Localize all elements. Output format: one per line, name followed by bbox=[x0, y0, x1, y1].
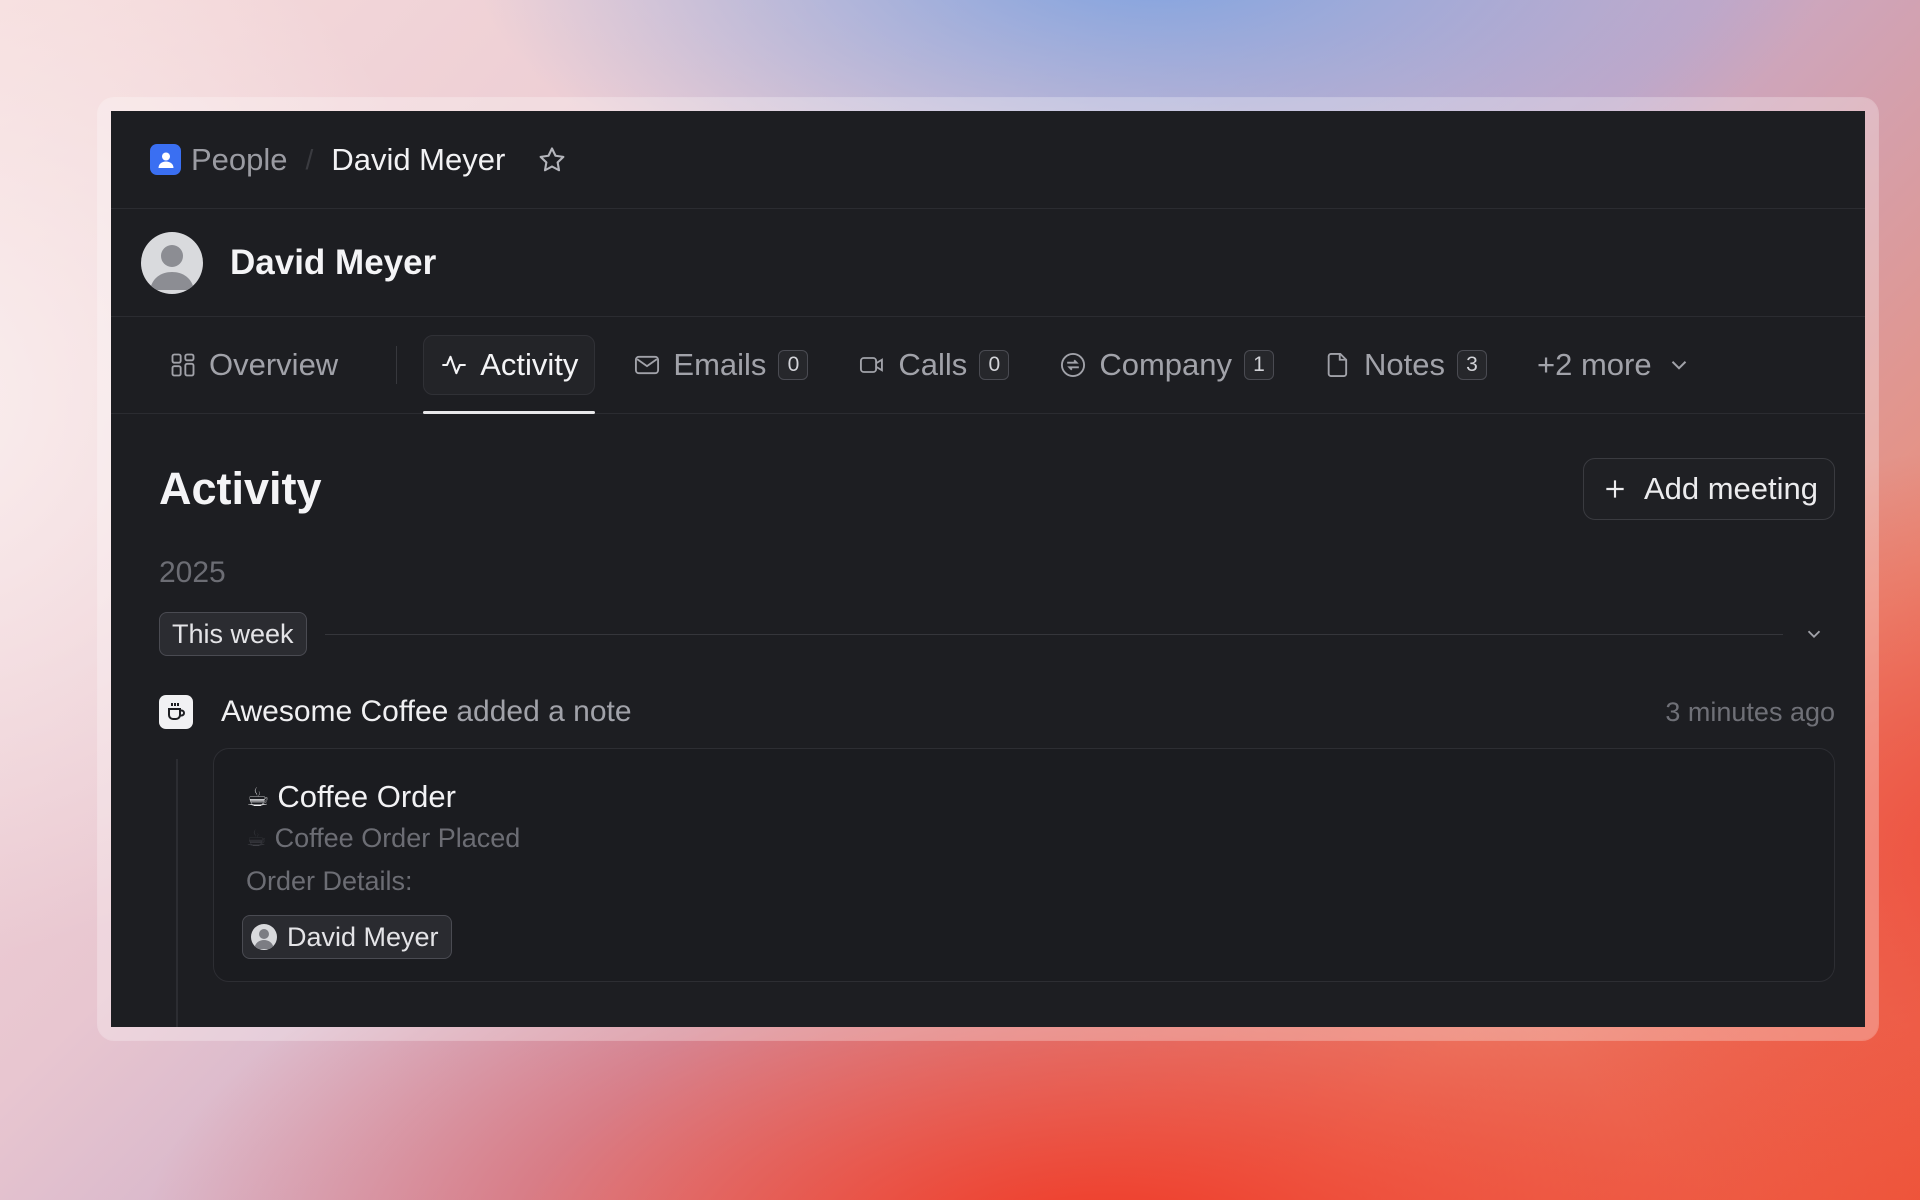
person-mention-chip[interactable]: David Meyer bbox=[242, 915, 452, 959]
file-icon bbox=[1327, 352, 1348, 378]
tab-activity[interactable]: Activity bbox=[423, 335, 596, 414]
period-row: This week bbox=[159, 612, 1835, 656]
record-window: People / David Meyer David Meyer Overvie… bbox=[111, 111, 1865, 1027]
company-icon bbox=[1061, 352, 1086, 378]
coffee-emoji-icon: ☕ bbox=[246, 781, 270, 812]
tab-notes[interactable]: Notes 3 bbox=[1312, 335, 1499, 395]
year-heading: 2025 bbox=[159, 556, 226, 589]
tab-divider bbox=[396, 346, 398, 384]
note-subtitle-text: Coffee Order Placed bbox=[274, 823, 521, 853]
grid-icon bbox=[171, 353, 195, 377]
note-card[interactable]: ☕ Coffee Order ☕ Coffee Order Placed Ord… bbox=[213, 748, 1835, 982]
breadcrumb: People / David Meyer bbox=[111, 111, 1865, 209]
activity-event: Awesome Coffee added a note 3 minutes ag… bbox=[159, 692, 1835, 732]
tab-bar: Overview Activity Emails 0 Calls 0 Compa… bbox=[111, 317, 1865, 414]
tab-label: Emails bbox=[673, 347, 767, 382]
tab-label: Notes bbox=[1364, 347, 1445, 382]
plus-icon bbox=[1606, 480, 1624, 498]
event-timestamp: 3 minutes ago bbox=[1665, 696, 1835, 727]
thread-line bbox=[176, 759, 178, 1027]
page-title: David Meyer bbox=[230, 242, 437, 282]
mention-name: David Meyer bbox=[287, 921, 439, 952]
add-meeting-button[interactable]: Add meeting bbox=[1582, 458, 1835, 520]
coffee-cup-icon bbox=[159, 695, 193, 729]
record-header: David Meyer bbox=[111, 209, 1865, 317]
avatar bbox=[251, 924, 277, 950]
video-icon bbox=[860, 357, 884, 373]
note-title-text: Coffee Order bbox=[277, 779, 456, 814]
mail-icon bbox=[635, 355, 660, 375]
count-badge: 3 bbox=[1456, 350, 1487, 380]
event-actor-link[interactable]: Awesome Coffee bbox=[221, 695, 448, 729]
people-icon bbox=[150, 144, 181, 175]
breadcrumb-separator: / bbox=[305, 143, 314, 175]
count-badge: 0 bbox=[979, 350, 1010, 380]
favorite-star-icon[interactable] bbox=[537, 145, 567, 175]
coffee-emoji-icon: ☕ bbox=[246, 825, 267, 851]
divider bbox=[324, 633, 1783, 635]
count-badge: 0 bbox=[778, 350, 809, 380]
count-badge: 1 bbox=[1244, 350, 1274, 380]
chevron-down-icon bbox=[1671, 361, 1686, 370]
event-action: added a note bbox=[456, 695, 632, 728]
activity-panel: Activity Add meeting 2025 This week Awes… bbox=[111, 414, 1865, 982]
tab-company[interactable]: Company 1 bbox=[1047, 335, 1286, 395]
add-meeting-label: Add meeting bbox=[1643, 471, 1818, 506]
note-title: ☕ Coffee Order bbox=[246, 779, 1834, 815]
tab-label: +2 more bbox=[1536, 347, 1652, 382]
note-subtitle: ☕ Coffee Order Placed bbox=[246, 823, 1834, 854]
pulse-icon bbox=[442, 355, 466, 375]
tab-label: Company bbox=[1099, 347, 1232, 382]
tab-more[interactable]: +2 more bbox=[1525, 335, 1704, 395]
activity-header: Activity Add meeting bbox=[159, 414, 1835, 564]
avatar bbox=[141, 231, 203, 294]
breadcrumb-current: David Meyer bbox=[331, 141, 506, 177]
collapse-chevron-icon[interactable] bbox=[1803, 623, 1825, 645]
note-details-label: Order Details: bbox=[246, 866, 413, 896]
section-title: Activity bbox=[159, 463, 322, 514]
tab-emails[interactable]: Emails 0 bbox=[621, 335, 820, 395]
tab-calls[interactable]: Calls 0 bbox=[846, 335, 1021, 395]
tab-overview[interactable]: Overview bbox=[157, 335, 350, 395]
tab-label: Overview bbox=[209, 347, 339, 382]
tab-label: Activity bbox=[480, 347, 579, 382]
period-badge: This week bbox=[159, 612, 307, 656]
breadcrumb-people-link[interactable]: People bbox=[191, 142, 288, 178]
tab-label: Calls bbox=[898, 347, 968, 382]
